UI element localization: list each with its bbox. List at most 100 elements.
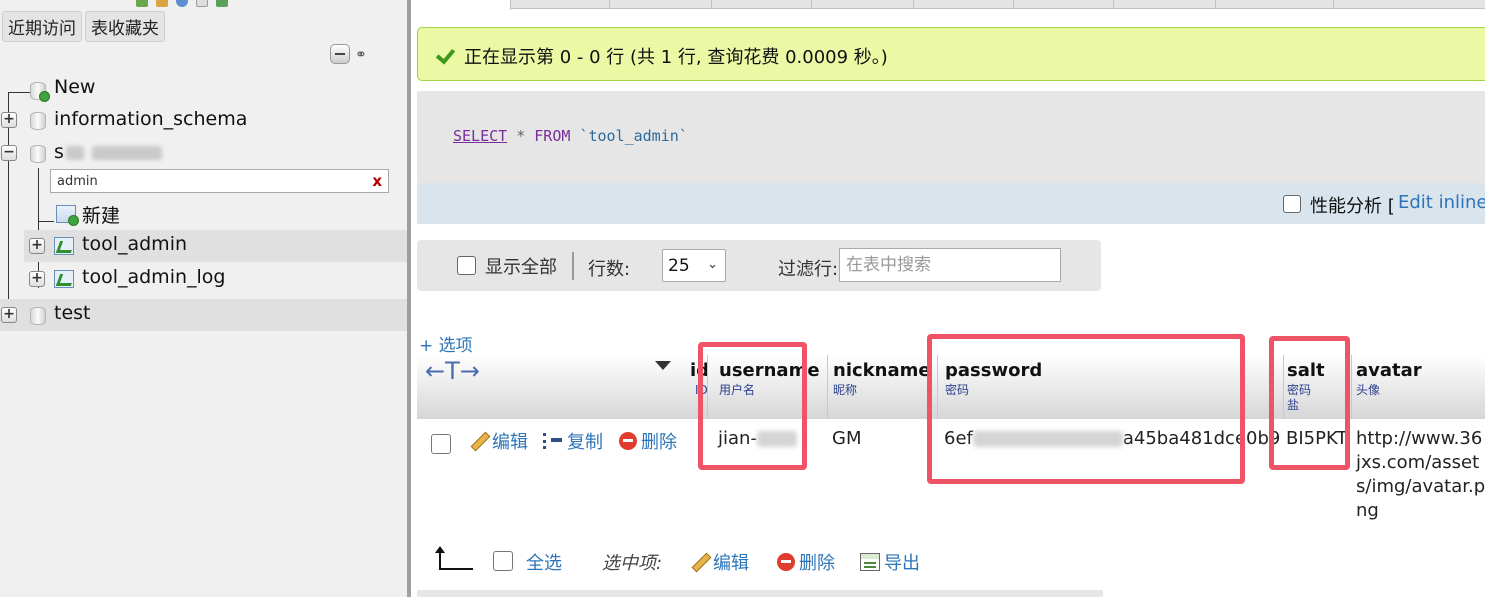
help-icon[interactable] [176, 0, 188, 7]
expand-icon[interactable]: + [29, 271, 45, 287]
collapse-all-icon[interactable] [330, 44, 350, 64]
cell-avatar[interactable]: http://www.36jxs.com/assets/img/avatar.p… [1356, 427, 1485, 523]
tree-item-information-schema[interactable]: + information_schema [0, 104, 407, 136]
row-copy-link[interactable]: 复制 [543, 428, 603, 454]
column-comment: 头像 [1356, 383, 1381, 397]
sql-keyword-select[interactable]: SELECT [453, 127, 507, 145]
annotation-box-salt [1269, 336, 1350, 470]
sql-query: SELECT * FROM `tool_admin` [453, 127, 688, 145]
row-edit-link[interactable]: 编辑 [470, 428, 528, 454]
bulk-edit-button[interactable]: 编辑 [691, 549, 749, 575]
tree-label-test[interactable]: test [54, 302, 91, 324]
column-resize-arrows-icon[interactable]: ←T→ [425, 357, 480, 385]
pencil-icon [691, 553, 709, 571]
success-message-box: 正在显示第 0 - 0 行 (共 1 行, 查询花费 0.0009 秒。) [417, 27, 1485, 81]
collapse-icon[interactable]: − [1, 145, 17, 161]
settings-icon[interactable] [196, 0, 208, 7]
main-content: 正在显示第 0 - 0 行 (共 1 行, 查询花费 0.0009 秒。) SE… [411, 0, 1485, 597]
delete-icon [619, 432, 637, 450]
annotation-box-username [698, 342, 807, 470]
select-all-checkbox[interactable] [493, 551, 513, 571]
options-link[interactable]: + 选项 [419, 331, 473, 356]
favorites-tab[interactable]: 表收藏夹 [85, 11, 165, 42]
annotation-box-password [927, 334, 1245, 484]
column-name[interactable]: avatar [1356, 360, 1422, 381]
database-icon [30, 112, 46, 130]
navigation-panel: 近期访问 表收藏夹 ⚭ New + information_schema − s … [0, 0, 407, 597]
table-filter-input[interactable] [51, 170, 351, 193]
with-selected-label: 选中项: [602, 553, 663, 574]
filter-rows-input[interactable] [840, 249, 1056, 281]
row-checkbox[interactable] [431, 434, 451, 454]
bottom-navigation-bar [417, 590, 1103, 597]
edit-inline-link[interactable]: Edit inline [1398, 192, 1485, 213]
home-icon[interactable] [136, 0, 148, 7]
success-message: 正在显示第 0 - 0 行 (共 1 行, 查询花费 0.0009 秒。) [464, 47, 888, 68]
sql-table-name: `tool_admin` [579, 127, 688, 145]
sql-keyword-from: FROM [534, 127, 571, 145]
tree-label-expanded-database[interactable]: s [54, 141, 162, 163]
active-tab[interactable] [411, 0, 511, 10]
new-table-icon [56, 205, 79, 226]
results-navigation-bar: 显示全部 行数: 25 ⌄ 过滤行: [417, 240, 1101, 291]
rows-per-page-value: 25 [668, 256, 690, 276]
column-comment: 昵称 [833, 383, 858, 397]
select-all-label[interactable]: 全选 [526, 549, 562, 575]
tree-label-tool-admin[interactable]: tool_admin [82, 233, 187, 255]
tree-label-new-table[interactable]: 新建 [82, 201, 120, 228]
new-database-icon [30, 82, 50, 102]
tree-item-tool-admin-log[interactable]: + tool_admin_log [24, 263, 407, 295]
bulk-actions-bar: 全选 选中项: 编辑 删除 导出 [417, 540, 1117, 580]
expand-icon[interactable]: + [29, 238, 45, 254]
table-icon [54, 237, 74, 255]
top-tab-strip [411, 0, 1485, 10]
bulk-export-button[interactable]: 导出 [860, 549, 920, 575]
tree-label-information-schema[interactable]: information_schema [54, 108, 247, 130]
bulk-delete-button[interactable]: 删除 [777, 549, 835, 575]
divider [572, 252, 574, 280]
tree-item-expanded-database[interactable]: − s [0, 138, 407, 170]
table-icon [54, 270, 74, 288]
rows-per-page-select[interactable]: 25 ⌄ [662, 249, 726, 282]
column-header-nickname[interactable]: nickname 昵称 [831, 355, 937, 419]
tree-label-new[interactable]: New [54, 76, 95, 98]
export-icon [860, 553, 880, 571]
chevron-down-icon: ⌄ [707, 257, 718, 272]
link-with-main-icon[interactable]: ⚭ [355, 47, 367, 63]
delete-icon [777, 553, 795, 571]
database-icon [30, 145, 46, 163]
row-delete-link[interactable]: 删除 [619, 428, 677, 454]
pencil-icon [470, 432, 488, 450]
copy-icon [543, 432, 563, 450]
clear-filter-icon[interactable]: x [372, 172, 382, 190]
expand-icon[interactable]: + [1, 307, 17, 323]
table-filter-field[interactable]: x [50, 169, 389, 193]
expand-icon[interactable]: + [1, 112, 17, 128]
database-icon [30, 307, 46, 325]
column-name[interactable]: nickname [833, 360, 931, 381]
filter-rows-field[interactable] [839, 248, 1061, 282]
rows-label: 行数: [588, 259, 631, 280]
profiling-checkbox[interactable] [1283, 195, 1301, 213]
success-check-icon [438, 46, 456, 60]
recent-tab[interactable]: 近期访问 [2, 11, 82, 42]
profiling-label: 性能分析 [ [1310, 196, 1395, 217]
logout-icon[interactable] [156, 0, 168, 7]
tree-item-tool-admin[interactable]: + tool_admin [24, 230, 407, 262]
cell-nickname[interactable]: GM [832, 427, 861, 451]
reload-icon[interactable] [216, 0, 228, 7]
nav-tabs: 近期访问 表收藏夹 [2, 11, 168, 42]
show-all-checkbox[interactable] [457, 256, 476, 275]
column-menu-dropdown-icon[interactable] [655, 361, 671, 370]
sql-query-box: SELECT * FROM `tool_admin` [417, 91, 1485, 183]
sql-star: * [516, 127, 526, 145]
column-header-avatar[interactable]: avatar 头像 [1354, 355, 1485, 419]
filter-rows-label: 过滤行: [778, 259, 839, 280]
tree-item-new[interactable]: New [0, 72, 407, 104]
arrow-up-icon [435, 546, 445, 553]
sql-options-bar: 性能分析 [ Edit inline [417, 183, 1485, 224]
tree-label-tool-admin-log[interactable]: tool_admin_log [82, 266, 225, 288]
tree-item-test[interactable]: + test [0, 299, 407, 331]
tree-item-new-table[interactable]: 新建 [0, 198, 407, 230]
show-all-label[interactable]: 显示全部 [485, 253, 557, 279]
